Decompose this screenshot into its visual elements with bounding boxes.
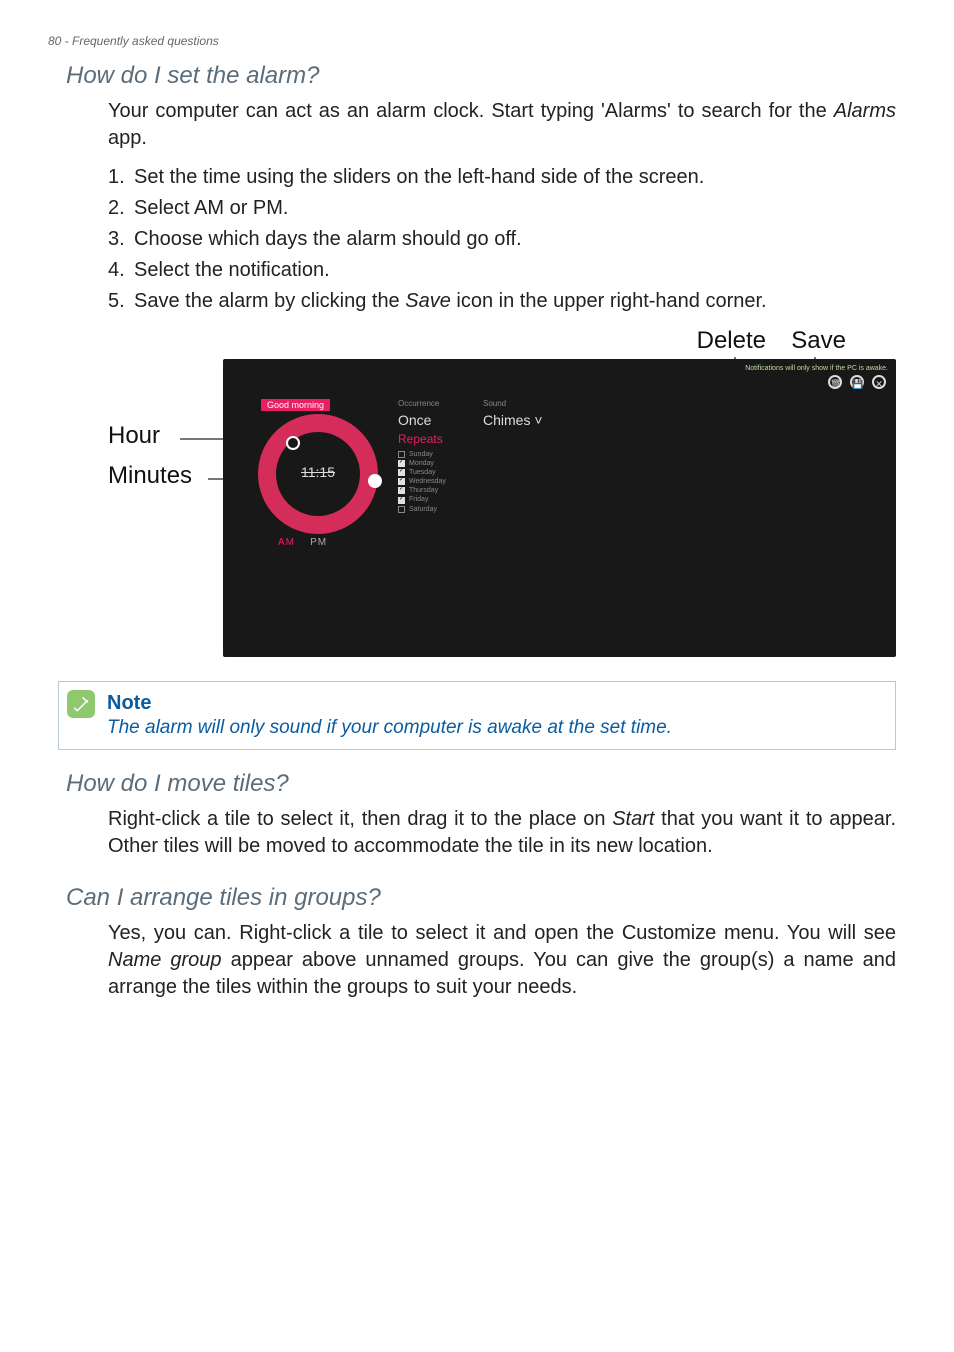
- screenshot-icons: 🗑 💾 ✕: [828, 375, 886, 389]
- repeat-day-label: Sunday: [409, 450, 433, 459]
- page-header: 80 - Frequently asked questions: [48, 34, 906, 48]
- move-tiles-body: Right-click a tile to select it, then dr…: [108, 806, 896, 860]
- am-pm-toggle[interactable]: AM PM: [278, 537, 327, 548]
- sound-column: Sound Chimes ˅: [483, 399, 593, 428]
- list-text: Save the alarm by clicking the Save icon…: [134, 286, 896, 317]
- repeat-checkbox-saturday[interactable]: Saturday: [398, 505, 488, 514]
- repeat-day-label: Thursday: [409, 486, 438, 495]
- screenshot-topbar-text: Notifications will only show if the PC i…: [745, 365, 888, 372]
- repeat-day-label: Tuesday: [409, 468, 436, 477]
- repeat-checkbox-wednesday[interactable]: Wednesday: [398, 477, 488, 486]
- text-italic: Alarms: [834, 100, 896, 122]
- minute-slider-knob[interactable]: [368, 474, 382, 488]
- text: Your computer can act as an alarm clock.…: [108, 100, 834, 122]
- note-title: Note: [107, 692, 881, 715]
- heading-move-tiles: How do I move tiles?: [66, 770, 906, 798]
- label-minutes: Minutes: [108, 462, 192, 490]
- list-number: 1.: [108, 162, 134, 193]
- am-option[interactable]: AM: [278, 537, 295, 548]
- note-block: Note The alarm will only sound if your c…: [58, 681, 896, 750]
- list-text: Choose which days the alarm should go of…: [134, 224, 896, 255]
- note-icon: [67, 690, 95, 718]
- occurrence-column: Occurrence Once Repeats Sunday Monday Tu…: [398, 399, 488, 514]
- repeat-checkbox-friday[interactable]: Friday: [398, 495, 488, 504]
- repeat-day-label: Friday: [409, 495, 428, 504]
- alarm-steps: 1. Set the time using the sliders on the…: [108, 162, 896, 317]
- delete-icon[interactable]: 🗑: [828, 375, 842, 389]
- text: app.: [108, 127, 147, 149]
- repeat-list: Sunday Monday Tuesday Wednesday Thursday…: [398, 450, 488, 514]
- group-tiles-body: Yes, you can. Right-click a tile to sele…: [108, 920, 896, 1001]
- clock[interactable]: 11:15: [248, 414, 388, 554]
- list-number: 5.: [108, 286, 134, 317]
- sound-dropdown[interactable]: Chimes ˅: [483, 412, 593, 428]
- label-save: Save: [791, 327, 846, 355]
- repeat-checkbox-tuesday[interactable]: Tuesday: [398, 468, 488, 477]
- text: icon in the upper right-hand corner.: [451, 290, 767, 312]
- pm-option[interactable]: PM: [310, 537, 327, 548]
- list-item: 2. Select AM or PM.: [108, 193, 896, 224]
- list-number: 3.: [108, 224, 134, 255]
- hour-slider-knob[interactable]: [286, 436, 300, 450]
- heading-group-tiles: Can I arrange tiles in groups?: [66, 884, 906, 912]
- screenshot: Notifications will only show if the PC i…: [223, 359, 896, 657]
- note-text: The alarm will only sound if your comput…: [107, 717, 881, 739]
- list-text: Select the notification.: [134, 255, 896, 286]
- repeat-day-label: Monday: [409, 459, 434, 468]
- page: 80 - Frequently asked questions How do I…: [0, 0, 954, 1352]
- list-item: 5. Save the alarm by clicking the Save i…: [108, 286, 896, 317]
- list-item: 4. Select the notification.: [108, 255, 896, 286]
- text: Right-click a tile to select it, then dr…: [108, 808, 612, 830]
- repeat-day-label: Saturday: [409, 505, 437, 514]
- close-icon[interactable]: ✕: [872, 375, 886, 389]
- text-italic: Name group: [108, 949, 222, 971]
- repeat-checkbox-thursday[interactable]: Thursday: [398, 486, 488, 495]
- heading-alarm: How do I set the alarm?: [66, 62, 906, 90]
- save-icon[interactable]: 💾: [850, 375, 864, 389]
- list-item: 3. Choose which days the alarm should go…: [108, 224, 896, 255]
- occurrence-value[interactable]: Once: [398, 412, 488, 428]
- repeat-checkbox-monday[interactable]: Monday: [398, 459, 488, 468]
- text: Yes, you can. Right-click a tile to sele…: [108, 922, 896, 944]
- text-italic: Save: [405, 290, 451, 312]
- alarm-figure: Delete Save Hour Minutes Notifications w…: [108, 327, 896, 657]
- list-number: 2.: [108, 193, 134, 224]
- sound-label: Sound: [483, 399, 593, 408]
- text-italic: Start: [612, 808, 654, 830]
- repeats-label[interactable]: Repeats: [398, 432, 488, 446]
- text: appear above unnamed groups. You can giv…: [108, 949, 896, 998]
- clock-time: 11:15: [248, 464, 388, 480]
- list-number: 4.: [108, 255, 134, 286]
- alarm-title[interactable]: Good morning: [261, 399, 330, 411]
- label-hour: Hour: [108, 422, 160, 450]
- repeat-checkbox-sunday[interactable]: Sunday: [398, 450, 488, 459]
- list-item: 1. Set the time using the sliders on the…: [108, 162, 896, 193]
- alarm-intro: Your computer can act as an alarm clock.…: [108, 98, 896, 152]
- occurrence-label: Occurrence: [398, 399, 488, 408]
- text: Save the alarm by clicking the: [134, 290, 405, 312]
- list-text: Select AM or PM.: [134, 193, 896, 224]
- list-text: Set the time using the sliders on the le…: [134, 162, 896, 193]
- label-delete: Delete: [697, 327, 766, 355]
- repeat-day-label: Wednesday: [409, 477, 446, 486]
